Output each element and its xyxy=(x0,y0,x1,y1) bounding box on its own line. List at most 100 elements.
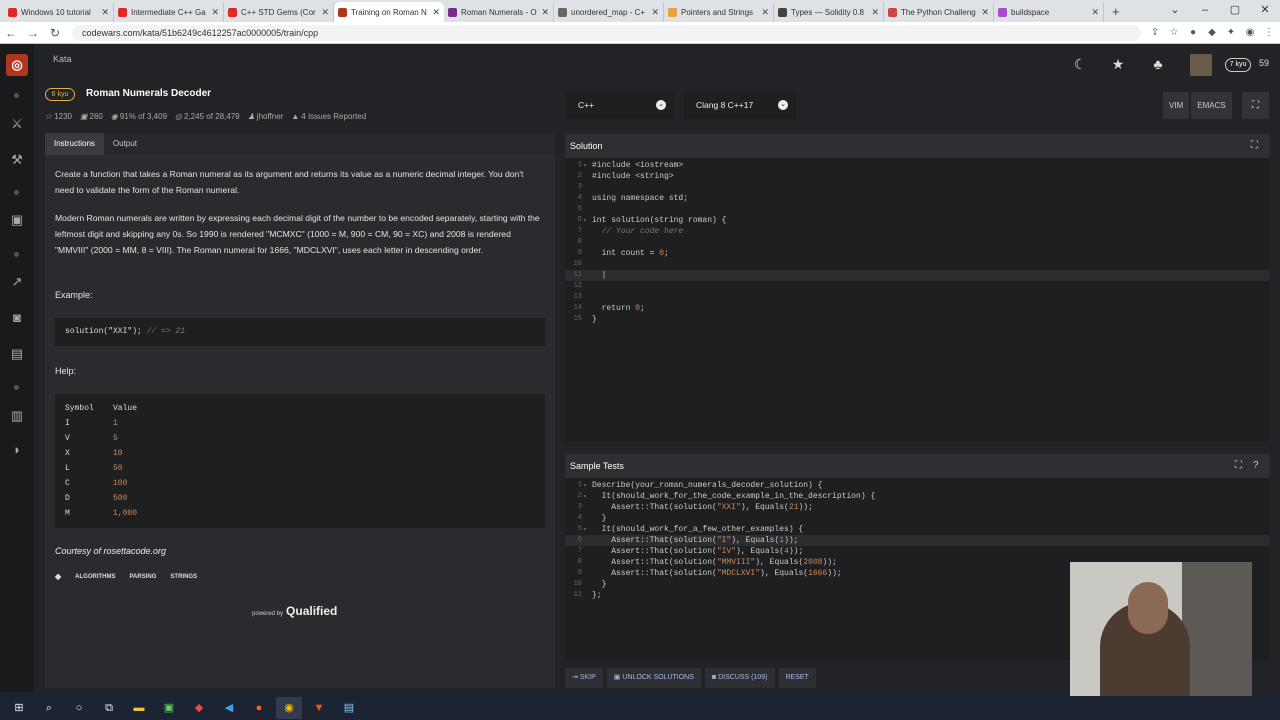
windows-start-icon[interactable]: ⊞ xyxy=(6,697,32,719)
version-select[interactable]: Clang 8 C++17 ⌄ xyxy=(684,92,796,119)
minimize-icon[interactable]: – xyxy=(1190,0,1220,22)
vim-mode-button[interactable]: VIM xyxy=(1163,92,1190,119)
bookmark-star-icon[interactable]: ☆ xyxy=(1166,27,1182,39)
extension-icon[interactable]: ● xyxy=(1185,27,1201,39)
chrome-icon[interactable]: ◉ xyxy=(276,697,302,719)
reset-button[interactable]: RESET xyxy=(778,668,816,688)
vscode-icon[interactable]: ◀ xyxy=(216,697,242,719)
unlock-solutions-button[interactable]: ▣ UNLOCK SOLUTIONS xyxy=(606,668,701,688)
browser-tab[interactable]: unordered_map - C+ ✕ xyxy=(554,2,664,22)
browser-tab[interactable]: Pointers and Strings ✕ xyxy=(664,2,774,22)
browser-tab[interactable]: The Python Challeng ✕ xyxy=(884,2,994,22)
app-icon[interactable]: ▤ xyxy=(336,697,362,719)
satisfaction-value: 91% of 3,409 xyxy=(119,112,168,121)
close-tab-icon[interactable]: ✕ xyxy=(981,7,989,18)
cortana-icon[interactable]: ○ xyxy=(66,697,92,719)
chat-icon[interactable]: ▤ xyxy=(7,346,27,362)
briefcase-icon[interactable]: ▣ xyxy=(7,212,27,228)
nav-dot xyxy=(14,93,19,98)
close-tab-icon[interactable]: ✕ xyxy=(432,7,440,18)
author-stat[interactable]: ♟ jhoffner xyxy=(248,112,284,121)
new-tab-button[interactable]: + xyxy=(1104,2,1128,22)
solution-editor[interactable]: 1 ▾ #include <iostream> 2 #include <string>… xyxy=(565,158,1270,442)
page-title: Roman Numerals Decoder xyxy=(86,88,212,99)
share-icon[interactable]: ⇪ xyxy=(1147,27,1163,39)
tab-label: Pointers and Strings xyxy=(681,7,754,17)
reload-icon[interactable]: ↻ xyxy=(44,26,66,40)
browser-tab[interactable]: Roman Numerals - O ✕ xyxy=(444,2,554,22)
close-tab-icon[interactable]: ✕ xyxy=(871,7,879,18)
discuss-label: DISCUSS (109) xyxy=(718,674,768,681)
emacs-mode-button[interactable]: EMACS xyxy=(1191,92,1232,119)
task-view-icon[interactable]: ⧉ xyxy=(96,697,122,719)
close-tab-icon[interactable]: ✕ xyxy=(321,7,329,18)
codewars-logo-icon[interactable]: ◎ xyxy=(6,54,28,76)
app-icon[interactable]: ◆ xyxy=(186,697,212,719)
browser-tab[interactable]: Intermediate C++ Ga ✕ xyxy=(114,2,224,22)
symbol-cell: C xyxy=(65,479,70,488)
file-explorer-icon[interactable]: ▬ xyxy=(126,697,152,719)
tag-strings[interactable]: STRINGS xyxy=(170,574,197,580)
brave-icon[interactable]: ▼ xyxy=(306,697,332,719)
expand-icon[interactable]: ⛶ xyxy=(1235,454,1242,478)
close-tab-icon[interactable]: ✕ xyxy=(651,7,659,18)
collections-stat[interactable]: ▣ 260 xyxy=(80,112,103,121)
close-window-icon[interactable]: ✕ xyxy=(1250,0,1280,22)
dark-mode-moon-icon[interactable]: ☾ xyxy=(1070,56,1090,74)
leaderboard-icon[interactable]: ↗ xyxy=(7,274,27,290)
rss-icon[interactable]: ◗ xyxy=(7,442,27,458)
discuss-button[interactable]: ◙ DISCUSS (109) xyxy=(704,668,775,688)
close-tab-icon[interactable]: ✕ xyxy=(211,7,219,18)
breadcrumb[interactable]: Kata xyxy=(53,54,72,64)
discord-icon[interactable]: ◙ xyxy=(7,310,27,326)
close-tab-icon[interactable]: ✕ xyxy=(761,7,769,18)
browser-tab[interactable]: Types — Solidity 0.8 ✕ xyxy=(774,2,884,22)
url-input[interactable]: codewars.com/kata/51b6249c4612257ac00000… xyxy=(72,24,1141,41)
fullscreen-icon[interactable]: ⛶ xyxy=(1242,92,1269,119)
skip-button[interactable]: ⇥ SKIP xyxy=(565,668,603,688)
table-row: C 100 xyxy=(65,476,535,491)
example-code-block: solution("XXI"); // => 21 xyxy=(55,318,545,346)
close-tab-icon[interactable]: ✕ xyxy=(101,7,109,18)
close-tab-icon[interactable]: ✕ xyxy=(1091,7,1099,18)
profile-icon[interactable]: ◉ xyxy=(1242,27,1258,39)
extension-icon[interactable]: ◆ xyxy=(1204,27,1220,39)
table-row: L 50 xyxy=(65,461,535,476)
back-icon[interactable]: ← xyxy=(0,26,22,40)
chevron-down-icon[interactable]: ⌄ xyxy=(1160,0,1190,22)
powered-by[interactable]: powered by Qualified xyxy=(252,604,337,618)
firefox-icon[interactable]: ● xyxy=(246,697,272,719)
help-icon[interactable]: ? xyxy=(1253,454,1259,478)
tag-parsing[interactable]: PARSING xyxy=(130,574,157,580)
expand-icon[interactable]: ⛶ xyxy=(1251,134,1258,158)
forward-icon[interactable]: → xyxy=(22,26,44,40)
close-tab-icon[interactable]: ✕ xyxy=(541,7,549,18)
practice-icon[interactable]: ⚔ xyxy=(7,116,27,132)
bookmark-icon[interactable]: ★ xyxy=(1108,56,1128,74)
kumite-icon[interactable]: ⚒ xyxy=(7,152,27,168)
skip-icon: ⇥ xyxy=(572,674,580,681)
browser-tab[interactable]: C++ STD Gems (Cor ✕ xyxy=(224,2,334,22)
tag-icon: ◆ xyxy=(55,572,62,581)
language-select[interactable]: C++ ⌄ xyxy=(566,92,674,119)
maximize-icon[interactable]: ▢ xyxy=(1220,0,1250,22)
terminal-icon[interactable]: ▣ xyxy=(156,697,182,719)
tag-algorithms[interactable]: ALGORITHMS xyxy=(75,574,115,580)
docs-book-icon[interactable]: ▥ xyxy=(7,408,27,424)
value-cell: 500 xyxy=(113,494,128,503)
menu-icon[interactable]: ⋮ xyxy=(1261,27,1277,39)
avatar[interactable] xyxy=(1190,54,1212,76)
search-icon[interactable]: ⌕ xyxy=(36,697,62,719)
symbol-cell: X xyxy=(65,449,70,458)
help-heading: Help: xyxy=(55,366,77,376)
notifications-bell-icon[interactable]: ♣ xyxy=(1148,56,1168,74)
tab-instructions[interactable]: Instructions xyxy=(45,133,104,155)
issues-stat[interactable]: ▲ 4 Issues Reported xyxy=(291,112,366,121)
browser-tab[interactable]: Training on Roman N ✕ xyxy=(334,2,444,22)
tab-output[interactable]: Output xyxy=(104,133,146,155)
courtesy-link[interactable]: Courtesy of rosettacode.org xyxy=(55,546,166,556)
browser-tab[interactable]: Windows 10 tutorial ✕ xyxy=(4,2,114,22)
stars-stat[interactable]: ☆ 1230 xyxy=(45,112,72,121)
browser-tab[interactable]: buildspace ✕ xyxy=(994,2,1104,22)
puzzle-icon[interactable]: ✦ xyxy=(1223,27,1239,39)
